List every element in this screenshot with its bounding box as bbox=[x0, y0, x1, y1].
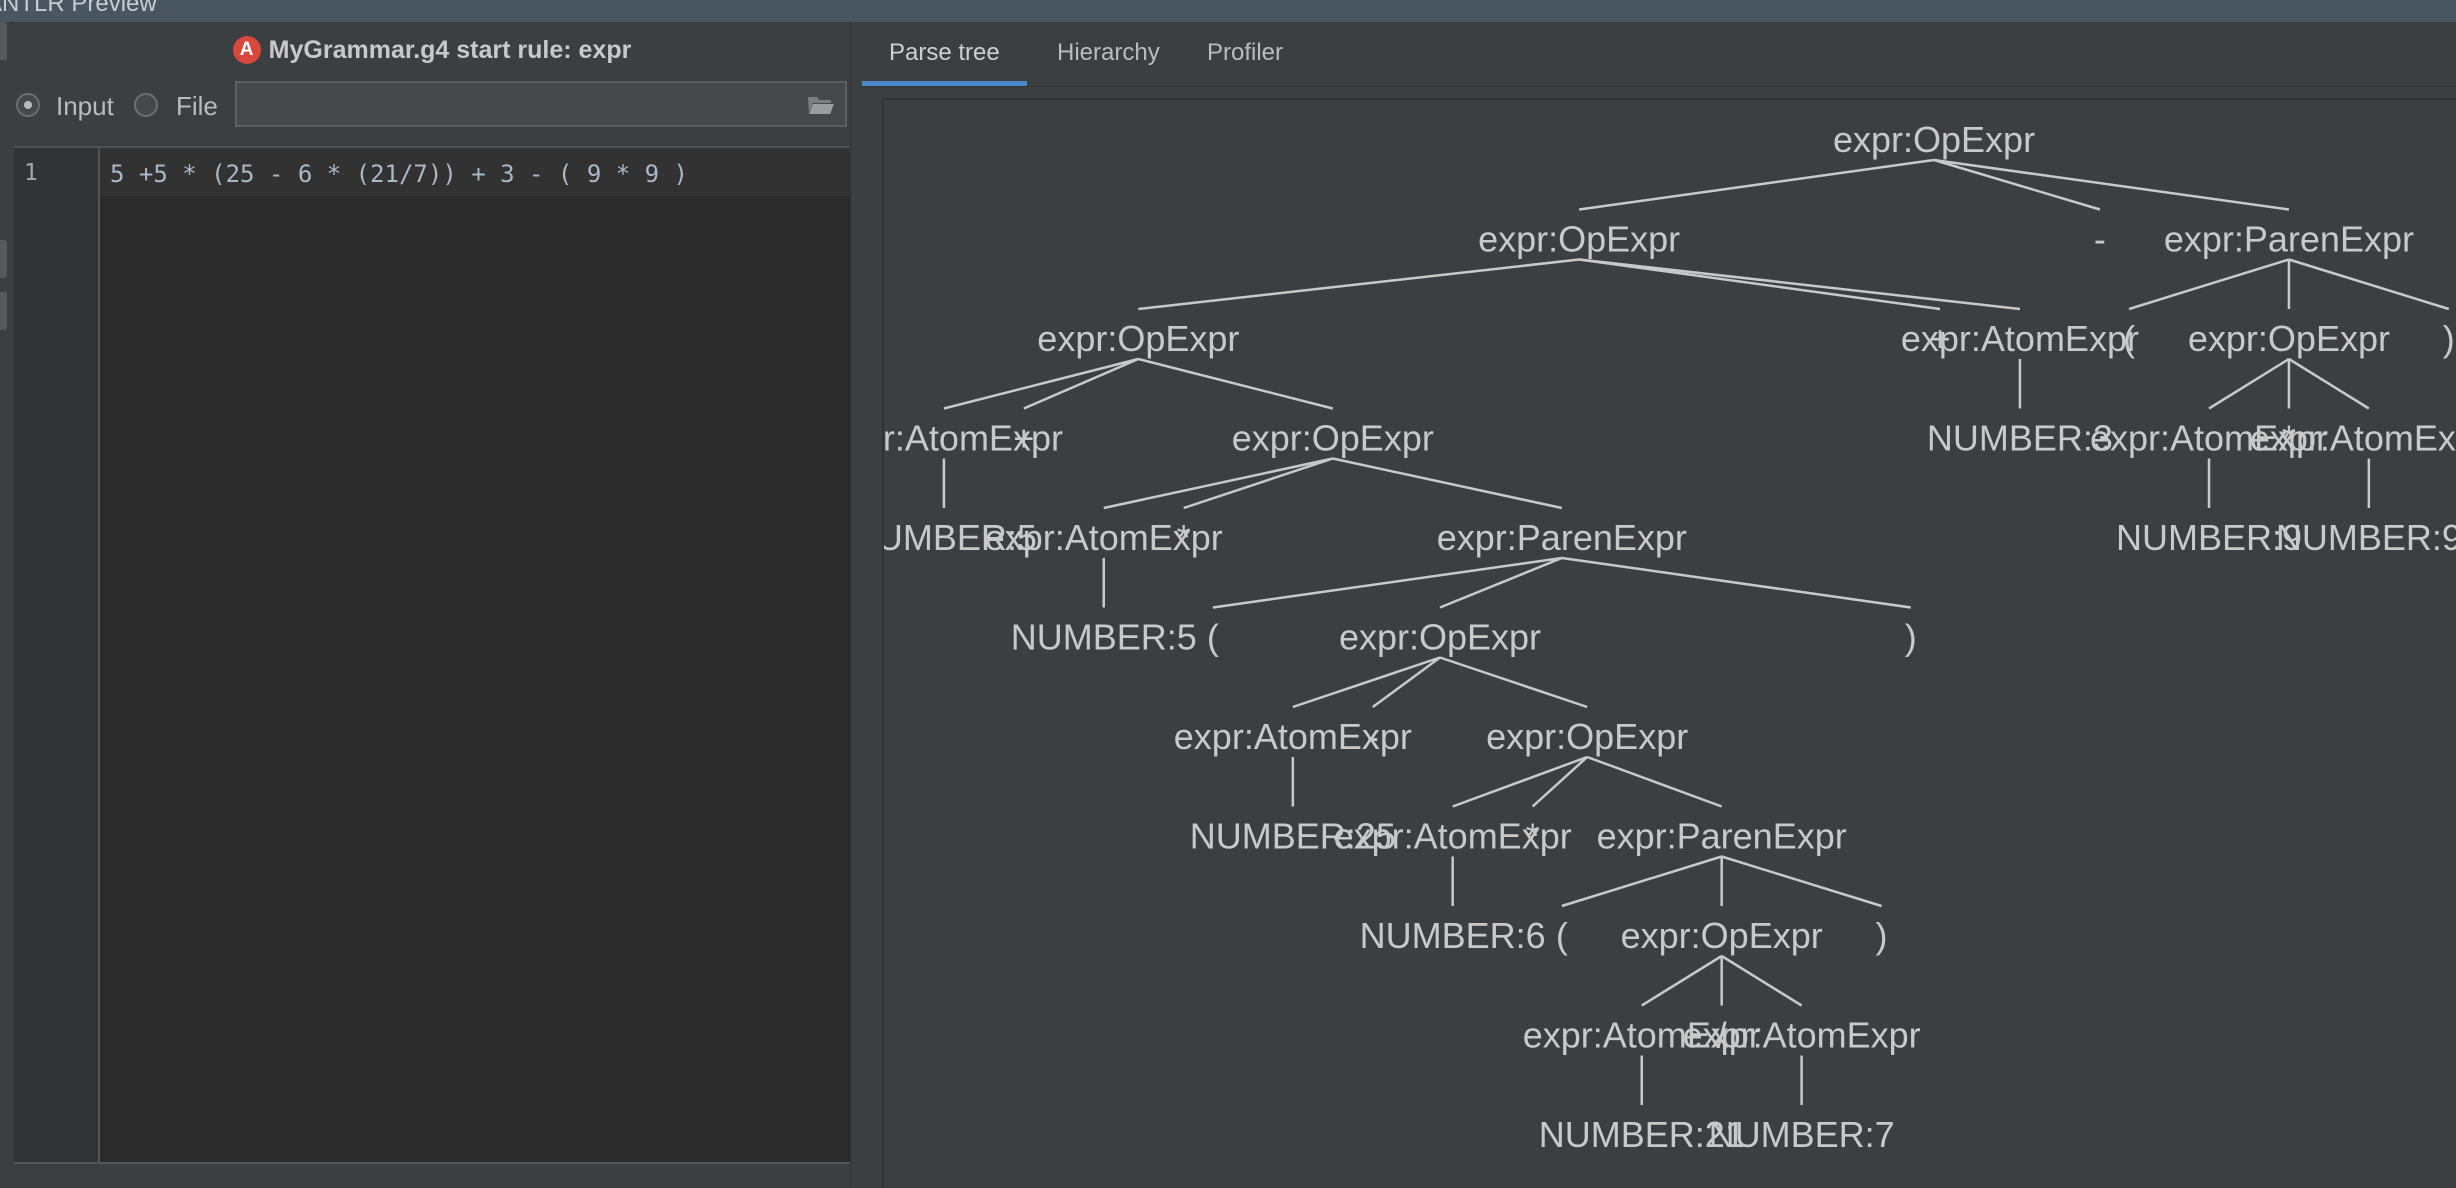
tree-edge bbox=[1578, 158, 1935, 211]
tree-edge bbox=[1561, 556, 1911, 609]
tree-node[interactable]: expr:OpExpr bbox=[1037, 318, 1239, 359]
tree-node[interactable]: expr:OpExpr bbox=[1232, 418, 1434, 459]
tree-edge bbox=[1452, 755, 1588, 808]
tree-node[interactable]: expr:OpExpr bbox=[1621, 915, 1823, 956]
tree-edge bbox=[2288, 258, 2450, 311]
tree-edge bbox=[1332, 457, 1563, 510]
input-radio[interactable] bbox=[16, 93, 40, 117]
tree-edge bbox=[1933, 158, 2101, 211]
input-radio-label[interactable]: Input bbox=[56, 91, 114, 122]
parse-tree-canvas: expr:OpExpr expr:OpExpr expr:OpExpr expr:At… bbox=[884, 119, 2456, 1155]
tool-window-title: ANTLR Preview bbox=[0, 0, 157, 17]
tree-edge bbox=[2208, 357, 2290, 410]
tree-leaf[interactable]: ) bbox=[1876, 915, 1888, 956]
file-path-field[interactable] bbox=[235, 81, 847, 127]
preview-header: A MyGrammar.g4 start rule: expr bbox=[14, 30, 850, 70]
antlr-icon: A bbox=[232, 36, 261, 64]
tree-edge bbox=[1372, 656, 1441, 709]
tree-node[interactable]: expr:OpExpr bbox=[1833, 119, 2035, 160]
file-radio[interactable] bbox=[134, 93, 158, 117]
tree-node[interactable]: expr:ParenExpr bbox=[1437, 517, 1687, 558]
tree-edge bbox=[1586, 755, 1723, 808]
code-line[interactable]: 5 +5 * (25 - 6 * (21/7)) + 3 - ( 9 * 9 ) bbox=[110, 160, 688, 188]
tree-leaf[interactable]: - bbox=[1367, 716, 1379, 757]
tree-leaf[interactable]: NUMBER:7 bbox=[1709, 1114, 1895, 1155]
tree-node[interactable]: expr:ParenExpr bbox=[2164, 219, 2414, 260]
tree-edge bbox=[1561, 855, 1723, 908]
tree-leaf[interactable]: ( bbox=[1207, 617, 1219, 658]
line-number-gutter: 1 bbox=[14, 148, 100, 1163]
folder-open-icon[interactable] bbox=[807, 95, 835, 115]
parse-tree-view[interactable]: expr:OpExpr expr:OpExpr expr:OpExpr expr:At… bbox=[882, 98, 2456, 1188]
tree-edge bbox=[1531, 756, 1589, 808]
strip-button[interactable] bbox=[0, 292, 7, 330]
tree-leaf[interactable]: ) bbox=[1905, 617, 1917, 658]
tree-edge bbox=[1641, 954, 1723, 1007]
tree-leaf[interactable]: NUMBER:9 bbox=[2276, 517, 2456, 558]
tree-leaf[interactable]: * bbox=[1177, 517, 1191, 558]
tree-edge bbox=[1578, 258, 1941, 311]
tab-profiler[interactable]: Profiler bbox=[1180, 22, 1310, 86]
left-tool-strip bbox=[0, 22, 10, 1186]
tree-edge bbox=[1103, 457, 1334, 510]
tree-edge bbox=[1933, 158, 2290, 211]
radio-selected-dot bbox=[24, 101, 32, 109]
tree-node[interactable]: expr:ParenExpr bbox=[1597, 816, 1847, 857]
tree-node[interactable]: expr:AtomExpr bbox=[1901, 318, 2139, 359]
tree-edge bbox=[1721, 954, 1803, 1007]
tree-edge bbox=[1578, 258, 2021, 311]
input-panel: A MyGrammar.g4 start rule: expr Input Fi… bbox=[14, 22, 850, 1188]
tree-edge bbox=[2288, 357, 2370, 410]
grammar-start-rule-label: MyGrammar.g4 start rule: expr bbox=[268, 35, 632, 64]
tree-leaf[interactable]: NUMBER:6 bbox=[1360, 915, 1546, 956]
tree-node[interactable]: expr:AtomExpr bbox=[2250, 418, 2456, 459]
tree-edge bbox=[1292, 656, 1441, 709]
results-panel: Parse tree Hierarchy Profiler expr:OpExp… bbox=[862, 22, 2456, 1188]
tree-edge bbox=[1439, 656, 1588, 709]
tree-leaf[interactable]: ( bbox=[1556, 915, 1568, 956]
tree-node[interactable]: expr:OpExpr bbox=[2188, 318, 2390, 359]
tree-edge bbox=[1138, 258, 1580, 311]
tree-node[interactable]: expr:OpExpr bbox=[1486, 716, 1688, 757]
tab-hierarchy[interactable]: Hierarchy bbox=[1030, 22, 1187, 86]
tree-edge bbox=[1721, 855, 1882, 908]
tree-leaf[interactable]: ( bbox=[2123, 318, 2135, 359]
strip-button[interactable] bbox=[0, 22, 7, 60]
tree-node[interactable]: expr:OpExpr bbox=[1478, 219, 1680, 260]
tree-edge bbox=[1138, 357, 1334, 410]
tree-leaf[interactable]: * bbox=[1526, 816, 1540, 857]
input-editor[interactable]: 1 5 +5 * (25 - 6 * (21/7)) + 3 - ( 9 * 9… bbox=[14, 146, 850, 1163]
results-tab-bar: Parse tree Hierarchy Profiler bbox=[862, 22, 2456, 87]
tree-leaf[interactable]: NUMBER:5 bbox=[1011, 617, 1197, 658]
line-number: 1 bbox=[24, 160, 38, 186]
tab-parse-tree[interactable]: Parse tree bbox=[862, 22, 1027, 86]
tree-leaf[interactable]: ) bbox=[2443, 318, 2455, 359]
tree-node[interactable]: expr:AtomExpr bbox=[1683, 1015, 1921, 1056]
tree-node[interactable]: expr:OpExpr bbox=[1339, 617, 1541, 658]
tree-edge bbox=[1212, 556, 1563, 609]
tree-edge bbox=[1183, 457, 1334, 510]
tree-leaf[interactable]: NUMBER:9 bbox=[2116, 517, 2302, 558]
tool-window-title-bar: ANTLR Preview bbox=[0, 0, 2456, 23]
editor-bottom-bar bbox=[14, 1162, 850, 1188]
tree-leaf[interactable]: NUMBER:3 bbox=[1927, 418, 2113, 459]
tree-node[interactable]: expr:AtomExpr bbox=[884, 418, 1063, 459]
tree-edge bbox=[2128, 258, 2290, 311]
strip-button[interactable] bbox=[0, 240, 7, 278]
tree-leaf[interactable]: + bbox=[1013, 418, 1034, 459]
input-source-row: Input File bbox=[14, 80, 850, 130]
file-radio-label[interactable]: File bbox=[176, 91, 218, 122]
tree-leaf[interactable]: - bbox=[2094, 219, 2106, 260]
